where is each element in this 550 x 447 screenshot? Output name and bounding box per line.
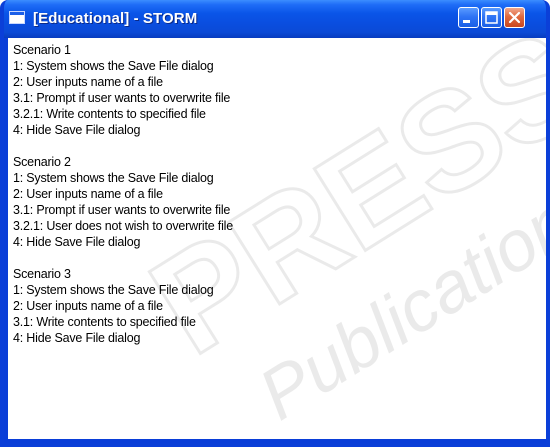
scenario-block: Scenario 3 1: System shows the Save File… [13, 266, 233, 346]
maximize-icon [485, 11, 498, 24]
scenario-block: Scenario 1 1: System shows the Save File… [13, 42, 233, 138]
scenario-step: 1: System shows the Save File dialog [13, 283, 214, 297]
minimize-icon [463, 20, 470, 23]
minimize-button[interactable] [458, 7, 479, 28]
scenario-step: 2: User inputs name of a file [13, 75, 163, 89]
scenario-title: Scenario 1 [13, 43, 71, 57]
scenario-title: Scenario 2 [13, 155, 71, 169]
scenario-step: 1: System shows the Save File dialog [13, 171, 214, 185]
maximize-button[interactable] [481, 7, 502, 28]
scenario-step: 3.1: Write contents to specified file [13, 315, 196, 329]
scenario-step: 1: System shows the Save File dialog [13, 59, 214, 73]
scenario-step: 3.2.1: User does not wish to overwrite f… [13, 219, 233, 233]
close-icon [508, 11, 521, 24]
window-icon[interactable] [9, 11, 25, 24]
title-bar[interactable]: [Educational] - STORM [4, 0, 546, 38]
scenario-step: 4: Hide Save File dialog [13, 331, 141, 345]
storm-window: [Educational] - STORM PRESS Publications [0, 0, 550, 447]
window-title: [Educational] - STORM [33, 10, 198, 27]
scenario-list: Scenario 1 1: System shows the Save File… [13, 42, 233, 362]
scenario-step: 2: User inputs name of a file [13, 187, 163, 201]
scenario-step: 3.1: Prompt if user wants to overwrite f… [13, 91, 231, 105]
watermark-line-2: Publications [245, 162, 546, 436]
scenario-step: 4: Hide Save File dialog [13, 235, 141, 249]
scenario-text-area[interactable]: PRESS Publications Scenario 1 1: System … [8, 38, 546, 439]
scenario-step: 3.1: Prompt if user wants to overwrite f… [13, 203, 231, 217]
scenario-title: Scenario 3 [13, 267, 71, 281]
scenario-step: 3.2.1: Write contents to specified file [13, 107, 206, 121]
scenario-step: 2: User inputs name of a file [13, 299, 163, 313]
scenario-step: 4: Hide Save File dialog [13, 123, 141, 137]
scenario-block: Scenario 2 1: System shows the Save File… [13, 154, 233, 250]
close-button[interactable] [504, 7, 525, 28]
